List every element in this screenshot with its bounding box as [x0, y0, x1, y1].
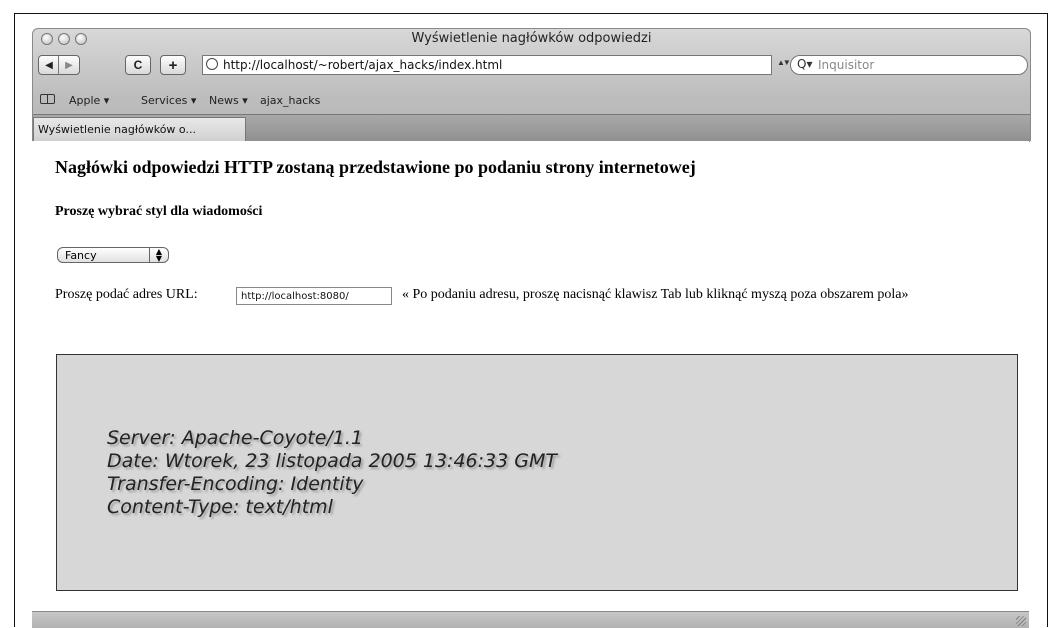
search-field[interactable]: Q▾ Inquisitor	[790, 55, 1028, 75]
search-placeholder: Inquisitor	[818, 58, 875, 72]
url-hint: « Po podaniu adresu, proszę nacisnąć kla…	[402, 287, 909, 302]
header-line: Date: Wtorek, 23 listopada 2005 13:46:33…	[107, 450, 557, 472]
bookmark-news[interactable]: News ▾	[209, 94, 248, 107]
plus-icon: +	[168, 56, 178, 74]
forward-icon[interactable]: ▶	[59, 60, 79, 71]
tab-active[interactable]: Wyświetlenie nagłówków o...	[33, 117, 246, 141]
page-content: Nagłówki odpowiedzi HTTP zostaną przedst…	[32, 141, 1029, 611]
book-icon[interactable]	[40, 94, 55, 104]
style-select[interactable]: Fancy ▲ ▼	[57, 247, 169, 263]
header-line: Server: Apache-Coyote/1.1	[107, 427, 363, 449]
header-line: Content-Type: text/html	[107, 496, 333, 518]
resize-grip-icon[interactable]	[1016, 616, 1026, 626]
style-prompt: Proszę wybrać styl dla wiadomości	[55, 204, 263, 219]
status-bar	[32, 611, 1029, 628]
add-bookmark-button[interactable]: +	[160, 55, 186, 75]
back-forward-buttons[interactable]: ◀ ▶	[38, 55, 80, 75]
tab-bar: Wyświetlenie nagłówków o...	[33, 114, 1030, 142]
back-icon[interactable]: ◀	[39, 60, 59, 71]
browser-window: Wyświetlenie nagłówków odpowiedzi ◀ ▶ C …	[32, 28, 1031, 628]
response-headers-box: Server: Apache-Coyote/1.1 Date: Wtorek, …	[56, 354, 1018, 591]
address-bar[interactable]: http://localhost/~robert/ajax_hacks/inde…	[202, 55, 772, 75]
segment-divider	[58, 56, 59, 74]
search-icon[interactable]: Q▾	[797, 57, 812, 71]
updown-arrows-icon: ▲ ▼	[149, 248, 168, 263]
globe-icon	[206, 58, 218, 70]
title-bar: Wyświetlenie nagłówków odpowiedzi ◀ ▶ C …	[32, 28, 1031, 142]
bookmarks-bar: Apple ▾ Services ▾ News ▾ ajax_hacks	[33, 91, 1030, 111]
address-dropdown-icon[interactable]: ▲▼	[777, 58, 791, 67]
reload-button[interactable]: C	[125, 55, 151, 75]
header-line: Transfer-Encoding: Identity	[107, 473, 364, 495]
bookmark-services[interactable]: Services ▾	[141, 94, 196, 107]
page-title: Nagłówki odpowiedzi HTTP zostaną przedst…	[55, 157, 696, 177]
bookmark-apple[interactable]: Apple ▾	[69, 94, 109, 107]
bookmark-ajax-hacks[interactable]: ajax_hacks	[260, 94, 320, 107]
address-text: http://localhost/~robert/ajax_hacks/inde…	[223, 58, 503, 72]
style-select-value: Fancy	[65, 249, 97, 262]
window-title: Wyświetlenie nagłówków odpowiedzi	[411, 31, 652, 46]
url-input[interactable]: http://localhost:8080/	[236, 287, 392, 305]
url-label: Proszę podać adres URL:	[55, 287, 198, 302]
reload-icon: C	[133, 58, 143, 72]
